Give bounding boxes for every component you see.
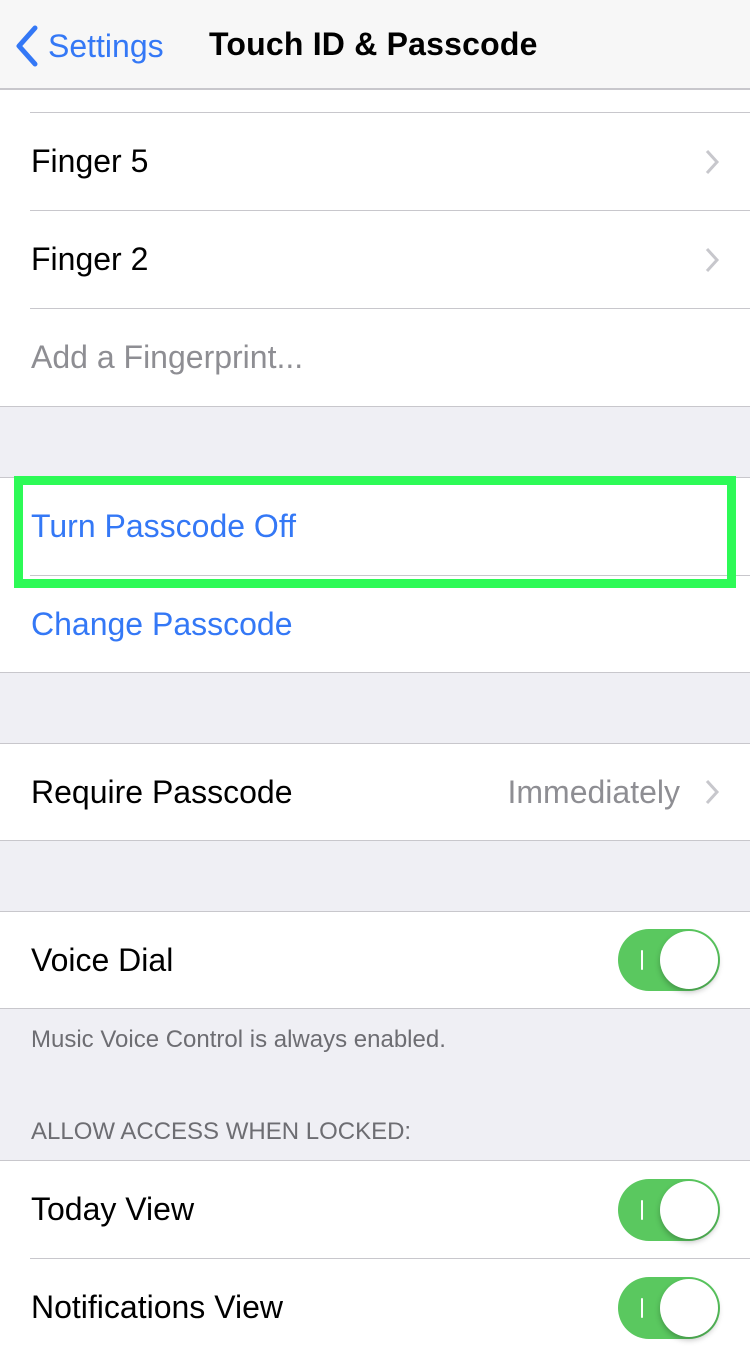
notifications-view-toggle[interactable]	[618, 1276, 720, 1339]
toggle-knob	[660, 931, 718, 989]
voice-dial-label: Voice Dial	[31, 941, 174, 978]
voice-dial-section: Voice Dial	[0, 911, 750, 1009]
fingerprint-label: Finger 5	[31, 143, 149, 179]
back-button[interactable]: Settings	[14, 22, 164, 70]
require-passcode-row[interactable]: Require Passcode Immediately	[0, 744, 750, 840]
toggle-on-indicator	[641, 1199, 643, 1220]
toggle-knob	[660, 1278, 718, 1337]
turn-passcode-off-button[interactable]: Turn Passcode Off	[0, 478, 750, 575]
change-passcode-button[interactable]: Change Passcode	[0, 576, 750, 673]
page-title: Touch ID & Passcode	[209, 26, 538, 62]
voice-dial-footnote: Music Voice Control is always enabled.	[31, 1026, 446, 1053]
locked-access-header: ALLOW ACCESS WHEN LOCKED:	[31, 1118, 412, 1145]
toggle-on-indicator	[641, 1297, 643, 1318]
toggle-knob	[660, 1180, 718, 1239]
require-passcode-section: Require Passcode Immediately	[0, 743, 750, 841]
chevron-right-icon	[705, 779, 720, 805]
notifications-view-row: Notifications View	[0, 1259, 750, 1356]
chevron-left-icon	[16, 25, 38, 67]
locked-access-section: Today View Notifications View	[0, 1160, 750, 1360]
chevron-right-icon	[705, 149, 720, 174]
fingerprints-section: Finger 5 Finger 2 Add a Fingerprint...	[0, 90, 750, 407]
fingerprint-row-finger-2[interactable]: Finger 2	[0, 211, 750, 308]
toggle-on-indicator	[641, 950, 643, 970]
chevron-right-icon	[705, 247, 720, 272]
fingerprint-label: Finger 2	[31, 241, 149, 277]
today-view-row: Today View	[0, 1161, 750, 1258]
require-passcode-value: Immediately	[507, 773, 681, 810]
fingerprint-row-finger-5[interactable]: Finger 5	[0, 113, 750, 210]
today-view-label: Today View	[31, 1191, 195, 1227]
voice-dial-row: Voice Dial	[0, 912, 750, 1008]
notifications-view-label: Notifications View	[31, 1289, 283, 1325]
turn-passcode-off-label: Turn Passcode Off	[31, 508, 297, 544]
navigation-bar: Settings Touch ID & Passcode	[0, 0, 750, 90]
change-passcode-label: Change Passcode	[31, 606, 293, 642]
back-label: Settings	[48, 27, 164, 64]
add-fingerprint-label: Add a Fingerprint...	[31, 339, 304, 375]
today-view-toggle[interactable]	[618, 1178, 720, 1241]
passcode-section: Turn Passcode Off Change Passcode	[0, 477, 750, 673]
add-fingerprint-button[interactable]: Add a Fingerprint...	[0, 309, 750, 406]
voice-dial-toggle[interactable]	[618, 929, 720, 991]
require-passcode-label: Require Passcode	[31, 773, 293, 810]
